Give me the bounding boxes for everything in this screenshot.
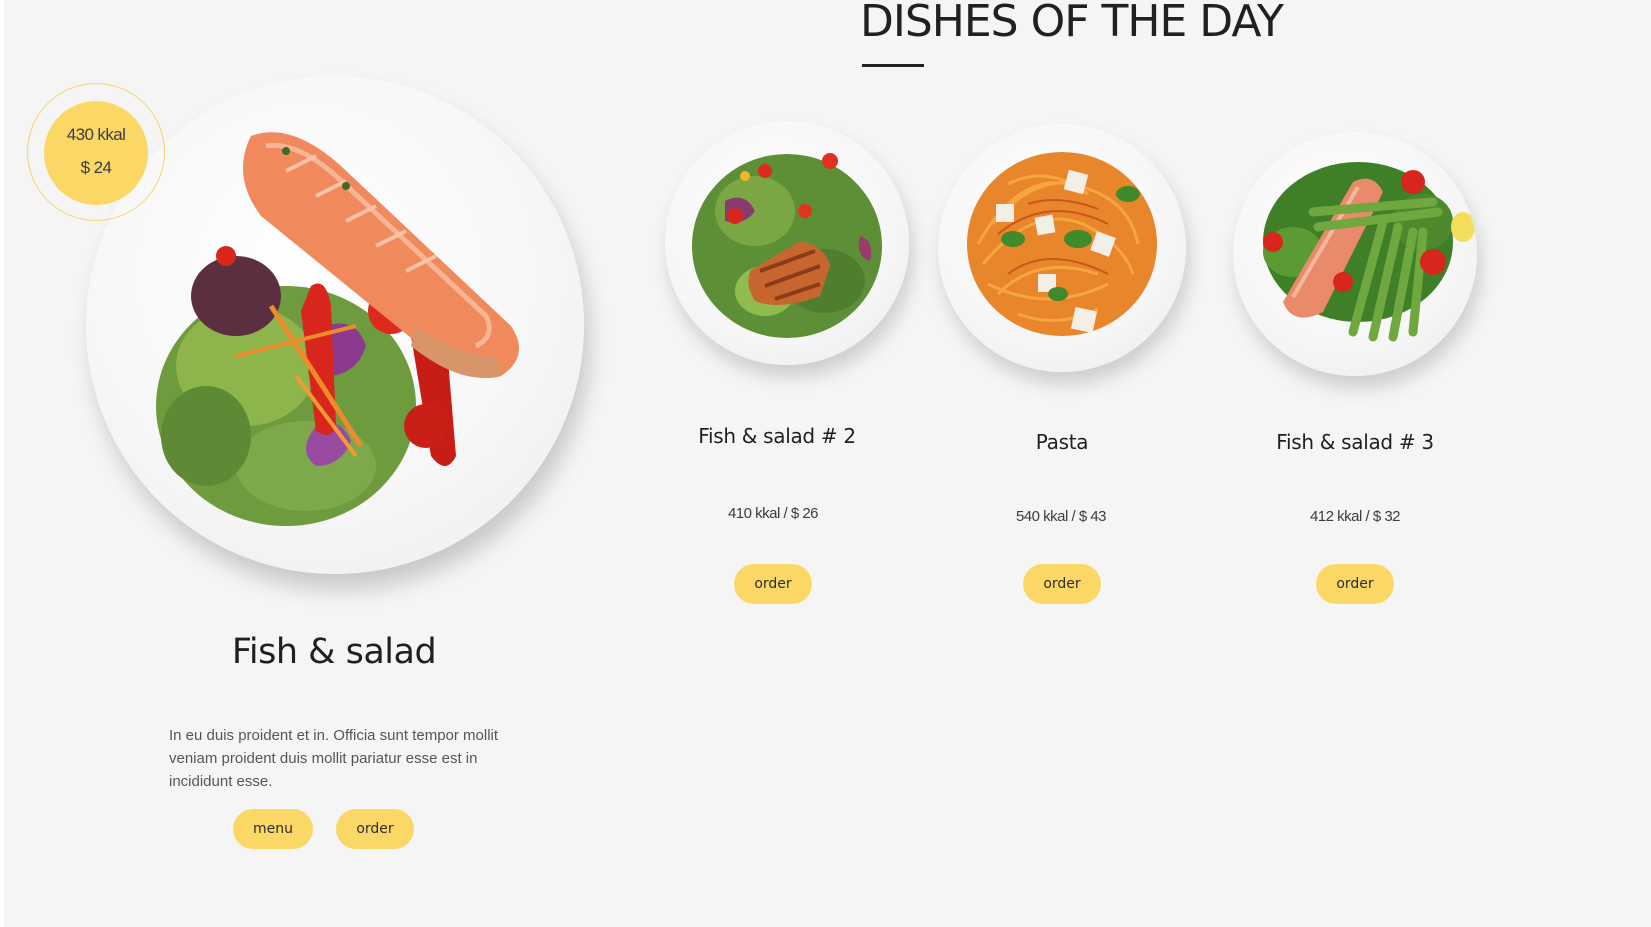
featured-price-badge: 430 kkal $ 24 — [44, 101, 148, 205]
dish-order-button[interactable]: order — [1316, 564, 1394, 604]
dish-meta: 412 kkal / $ 32 — [1309, 508, 1401, 525]
featured-price: $ 24 — [80, 158, 112, 177]
featured-dish-name: Fish & salad — [231, 632, 437, 672]
dish-order-button[interactable]: order — [1023, 564, 1101, 604]
dish-meta: 540 kkal / $ 43 — [1015, 508, 1107, 525]
section-title: DISHES OF THE DAY — [860, 0, 1284, 47]
dish-image-fish-salad-2 — [665, 121, 909, 365]
dishes-section: DISHES OF THE DAY 430 kkal $ 24 Fish & s… — [4, 0, 1651, 927]
dish-name: Pasta — [1035, 430, 1089, 454]
dish-name: Fish & salad # 3 — [1276, 430, 1434, 454]
dish-image-pasta — [938, 124, 1186, 372]
dish-order-button[interactable]: order — [734, 564, 812, 604]
dish-image-fish-salad-3 — [1233, 132, 1477, 376]
menu-button[interactable]: menu — [233, 809, 313, 849]
featured-order-button[interactable]: order — [336, 809, 414, 849]
featured-dish-description: In eu duis proident et in. Officia sunt … — [169, 727, 499, 790]
dish-name: Fish & salad # 2 — [698, 424, 856, 448]
title-underline — [862, 64, 924, 67]
dish-meta: 410 kkal / $ 26 — [727, 505, 819, 522]
featured-kcal: 430 kkal — [66, 125, 126, 144]
